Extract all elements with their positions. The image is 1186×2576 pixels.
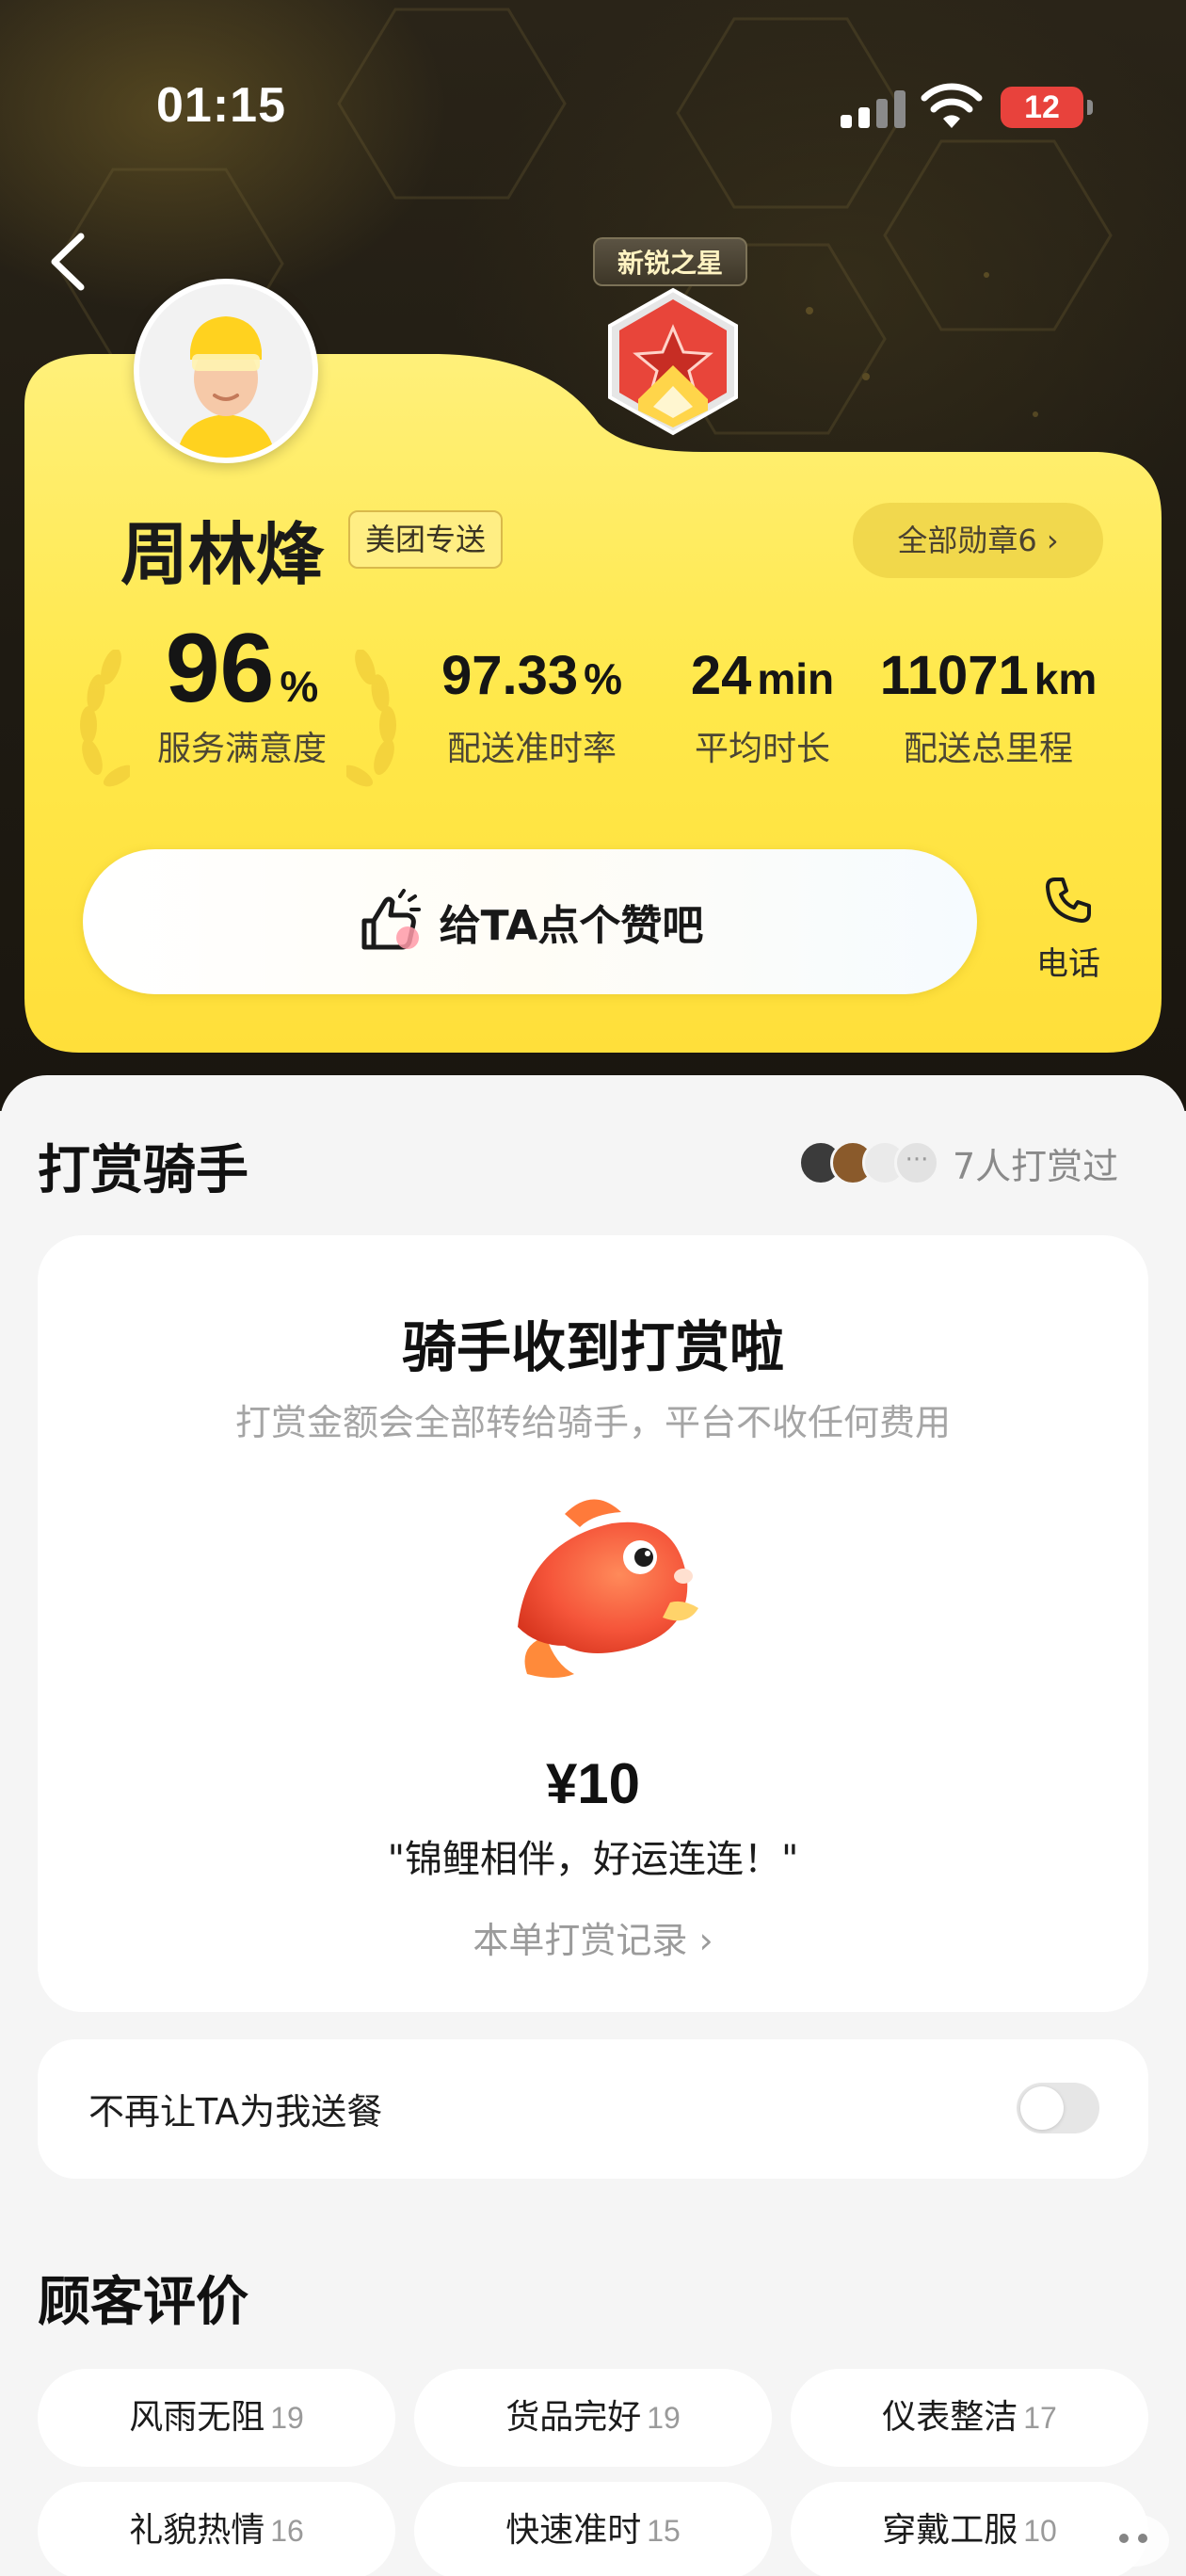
- all-badges-button[interactable]: 全部勋章6 ›: [853, 503, 1103, 578]
- rider-avatar[interactable]: [134, 279, 318, 463]
- stat-value: 24: [690, 645, 752, 706]
- wifi-icon: [921, 83, 983, 128]
- stat-label: 配送总里程: [903, 730, 1073, 768]
- review-tag[interactable]: 货品完好 19: [414, 2369, 772, 2467]
- toggle-knob: [1020, 2086, 1064, 2130]
- rider-stats: 96% 服务满意度 97.33% 配送准时率 24 min 平均时长 11071 k…: [56, 620, 1130, 800]
- rider-avatar-icon: [139, 284, 313, 458]
- status-time: 01:15: [156, 78, 286, 133]
- cellular-signal-icon: [841, 90, 906, 128]
- back-button[interactable]: [45, 231, 92, 293]
- review-tag-count: 16: [270, 2514, 304, 2548]
- tip-record-link[interactable]: 本单打赏记录 ›: [38, 1911, 1148, 1963]
- stat-value: 97.33: [441, 645, 579, 706]
- like-button-label: 给TA点个赞吧: [439, 902, 704, 950]
- review-tag-count: 10: [1023, 2514, 1057, 2548]
- laurel-left-icon: [80, 650, 130, 787]
- stat-on-time-rate: 97.33% 配送准时率: [424, 621, 640, 770]
- medal-icon: [608, 287, 738, 436]
- review-tag[interactable]: 仪表整洁 17: [791, 2369, 1148, 2467]
- block-rider-toggle[interactable]: [1017, 2083, 1099, 2133]
- stat-satisfaction: 96% 服务满意度: [134, 620, 350, 770]
- like-button[interactable]: 给TA点个赞吧: [83, 849, 977, 994]
- review-tag-label: 货品完好: [505, 2398, 642, 2437]
- review-tag-label: 仪表整洁: [882, 2398, 1018, 2437]
- call-button-label: 电话: [1036, 945, 1100, 983]
- stat-label: 平均时长: [694, 730, 830, 768]
- thumbs-up-icon: [361, 889, 421, 950]
- block-rider-row: 不再让TA为我送餐: [38, 2039, 1148, 2179]
- koi-fish-icon: [518, 1499, 698, 1678]
- stat-unit: %: [584, 654, 623, 703]
- review-tag-label: 礼貌热情: [129, 2511, 265, 2550]
- review-tag-count: 19: [270, 2401, 304, 2435]
- tipper-count: 7人打赏过: [953, 1145, 1119, 1187]
- stat-unit: min: [757, 654, 835, 703]
- watermark-logo-icon: [1098, 2514, 1169, 2567]
- stat-value: 96: [165, 614, 275, 723]
- stat-total-distance: 11071 km 配送总里程: [866, 621, 1111, 770]
- review-tag[interactable]: 礼貌热情 16: [38, 2482, 395, 2576]
- star-badge[interactable]: 新锐之星: [585, 224, 755, 441]
- delivery-type-tag: 美团专送: [348, 510, 504, 569]
- call-rider-button[interactable]: 电话: [1026, 874, 1111, 987]
- block-rider-label: 不再让TA为我送餐: [88, 2091, 383, 2133]
- rider-name: 周林烽: [120, 515, 325, 594]
- review-tag-count: 15: [647, 2514, 681, 2548]
- review-tag[interactable]: 风雨无阻 19: [38, 2369, 395, 2467]
- tip-card-title: 骑手收到打赏啦: [401, 1315, 784, 1379]
- review-tag-label: 风雨无阻: [129, 2398, 265, 2437]
- badge-title: 新锐之星: [593, 237, 747, 286]
- tippers-summary[interactable]: ··· 7人打赏过: [798, 1135, 1118, 1191]
- tip-quote: "锦鲤相伴，好运连连！": [387, 1838, 799, 1881]
- review-tag[interactable]: 快速准时 15: [414, 2482, 772, 2576]
- tip-section-title: 打赏骑手: [38, 1140, 248, 1201]
- review-tag-label: 穿戴工服: [882, 2511, 1018, 2550]
- stat-value: 11071: [879, 645, 1029, 706]
- stat-unit: km: [1034, 654, 1098, 703]
- phone-icon: [1046, 877, 1091, 923]
- stat-label: 服务满意度: [156, 730, 327, 768]
- stat-average-time: 24 min 平均时长: [668, 621, 857, 770]
- review-tag-count: 17: [1023, 2401, 1057, 2435]
- review-tag-label: 快速准时: [505, 2511, 642, 2550]
- laurel-right-icon: [346, 650, 396, 787]
- status-bar: 01:15 12: [0, 0, 1186, 141]
- tip-amount: ¥10: [545, 1752, 641, 1815]
- battery-indicator: 12: [1001, 87, 1093, 128]
- more-icon: ···: [894, 1140, 939, 1185]
- stat-label: 配送准时率: [446, 730, 617, 768]
- tip-card-subtitle: 打赏金额会全部转给骑手，平台不收任何费用: [234, 1402, 951, 1443]
- review-tag-count: 19: [647, 2401, 681, 2435]
- reviews-section-title: 顾客评价: [38, 2272, 248, 2333]
- stat-unit: %: [280, 662, 319, 711]
- tip-card: 骑手收到打赏啦 打赏金额会全部转给骑手，平台不收任何费用 ¥10 "锦鲤相伴，好…: [38, 1235, 1148, 2012]
